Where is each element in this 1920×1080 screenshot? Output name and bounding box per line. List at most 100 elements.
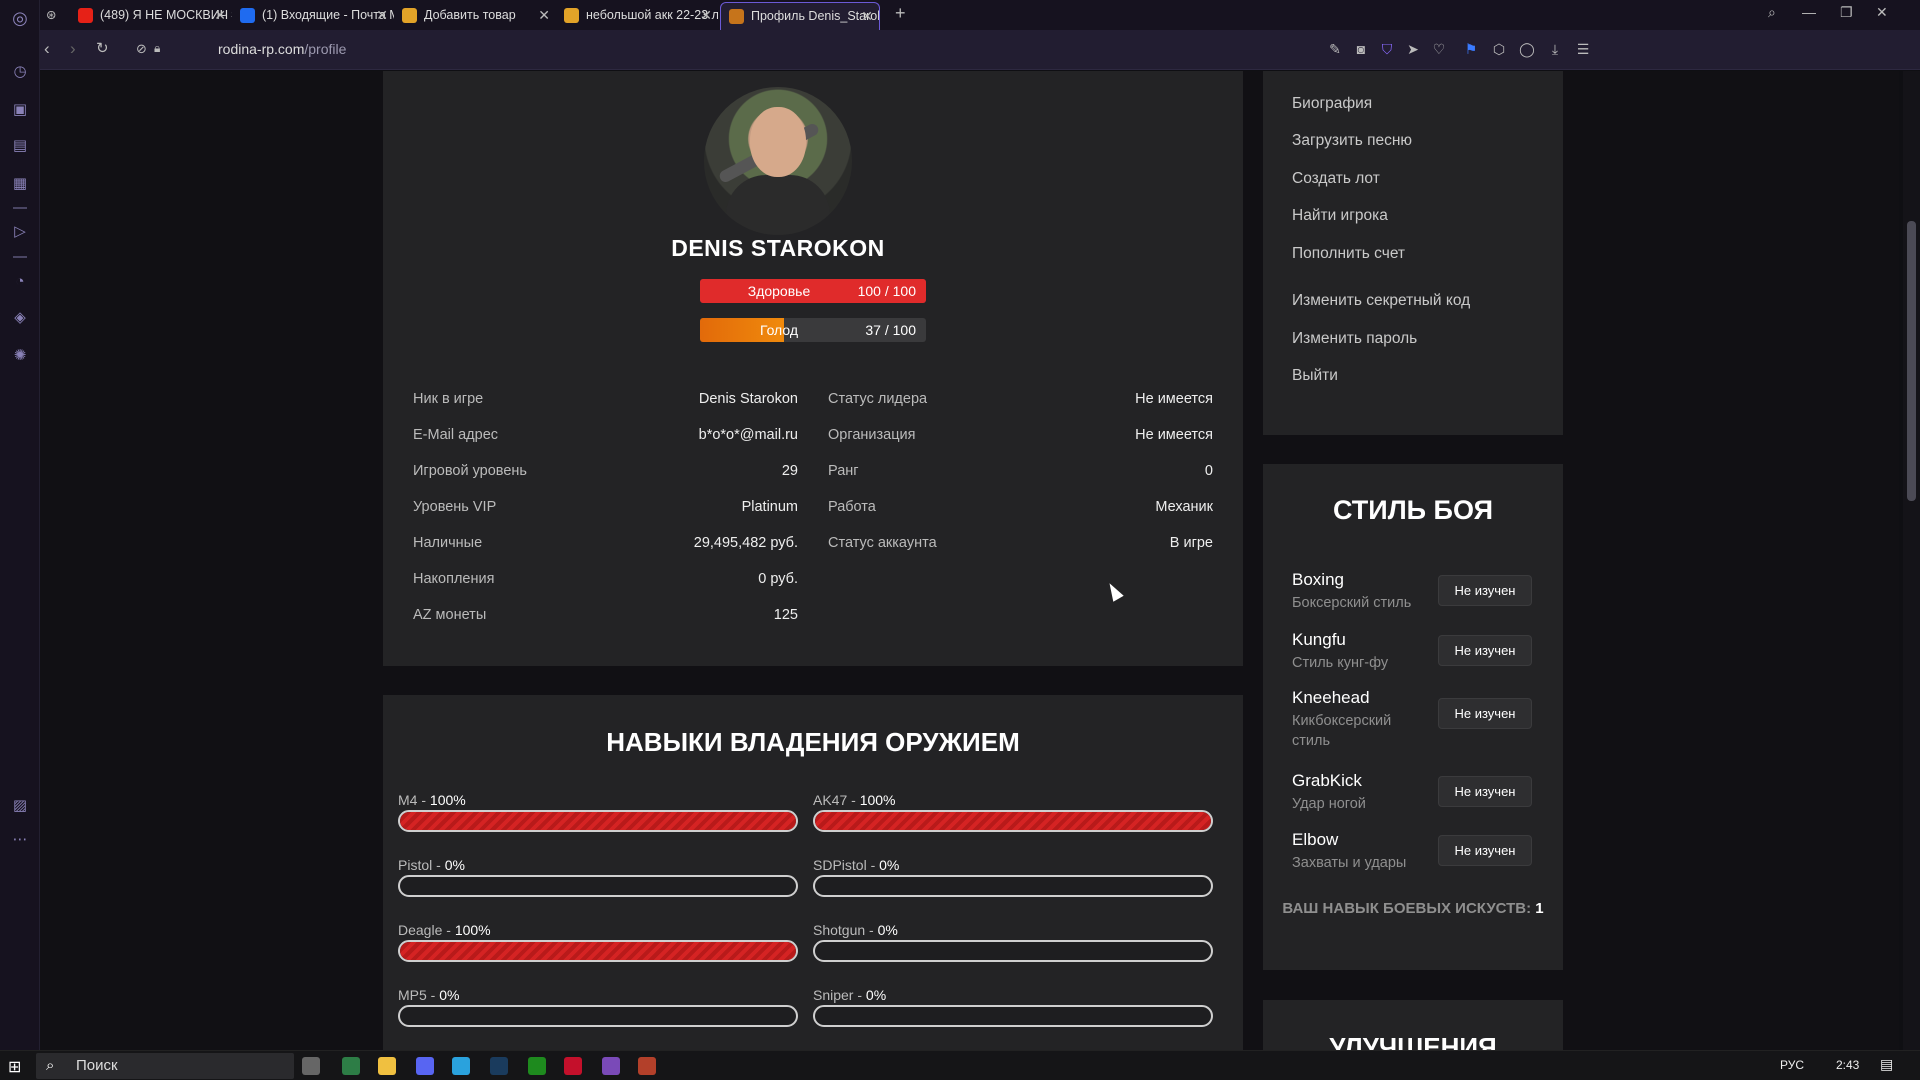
forward-icon[interactable]: ›: [70, 39, 76, 59]
edit-icon[interactable]: ✎: [1326, 40, 1344, 58]
tab-bar: ⊛ (489) Я НЕ МОСКВИЧ #2 | ✕ (1) Входящие…: [40, 0, 1920, 30]
info-label: Ник в игре: [413, 391, 484, 407]
scrollbar-thumb[interactable]: [1907, 221, 1916, 501]
close-tab-icon[interactable]: ✕: [376, 2, 388, 28]
more-icon[interactable]: ⋯: [10, 830, 30, 850]
browser-window: ◎ ◷ ▣ ▤ ▦ ▷ ◔ ◈ ✺ ▨ ⋯ ⊛ (489) Я НЕ МОСКВ…: [0, 0, 1920, 1080]
fight-style-name: Elbow: [1292, 830, 1339, 849]
restore-icon[interactable]: ❐: [1840, 4, 1853, 21]
cube-icon[interactable]: ⬡: [1490, 40, 1508, 58]
send-icon[interactable]: ➤: [1404, 40, 1422, 58]
menu-item[interactable]: Выйти: [1292, 367, 1338, 385]
close-tab-icon[interactable]: ✕: [214, 2, 226, 28]
weapon-skill-fill: [400, 812, 796, 830]
tab-title: (1) Входящие - Почта Mail: [262, 8, 394, 22]
fight-style-title: СТИЛЬ БОЯ: [1332, 495, 1494, 525]
info-value: 29,495,482 руб.: [693, 535, 798, 551]
download-icon[interactable]: ⤓: [1546, 40, 1564, 58]
new-tab-icon[interactable]: +: [895, 3, 906, 24]
language-indicator[interactable]: РУС: [1780, 1058, 1804, 1072]
opera-logo-icon[interactable]: ◎: [10, 8, 30, 28]
info-label: Ранг: [828, 463, 859, 479]
info-value: Не имеется: [1135, 427, 1213, 443]
health-bar: Здоровье 100 / 100: [700, 279, 926, 303]
learn-style-button[interactable]: Не изучен: [1438, 575, 1532, 606]
weapon-skill-bar: [398, 875, 798, 897]
player-icon[interactable]: ▷: [10, 222, 30, 242]
gallery-icon[interactable]: ▨: [10, 796, 30, 816]
vpn-shield-icon[interactable]: ⛉: [1378, 40, 1396, 58]
close-tab-icon[interactable]: ✕: [861, 3, 873, 29]
tab-profile[interactable]: Профиль Denis_Starokon ✕: [720, 2, 880, 30]
tab-account[interactable]: небольшой акк 22-23 лвл ✕: [556, 2, 718, 30]
url-field[interactable]: rodina-rp.com/profile: [218, 41, 346, 57]
close-tab-icon[interactable]: ✕: [700, 2, 712, 28]
lock-icon[interactable]: 🔒︎: [154, 41, 160, 56]
flag-icon[interactable]: ⚑: [1462, 40, 1480, 58]
info-value: Механик: [1155, 499, 1213, 515]
telegram-icon[interactable]: [452, 1057, 470, 1075]
opera-gx-icon[interactable]: [602, 1057, 620, 1075]
info-value: Platinum: [741, 499, 798, 515]
weapon-skill-bar: [398, 1005, 798, 1027]
xbox-icon[interactable]: [528, 1057, 546, 1075]
separator: -: [847, 792, 860, 808]
discord-icon[interactable]: [416, 1057, 434, 1075]
windows-start-icon[interactable]: ⊞: [8, 1057, 21, 1077]
steam-icon[interactable]: [490, 1057, 508, 1075]
menu-item[interactable]: Пополнить счет: [1292, 245, 1405, 263]
opera-icon[interactable]: [564, 1057, 582, 1075]
tab-mail[interactable]: (1) Входящие - Почта Mail ✕: [232, 2, 394, 30]
funpay-icon: [402, 8, 417, 23]
menu-item[interactable]: Найти игрока: [1292, 207, 1388, 225]
menu-item[interactable]: Создать лот: [1292, 170, 1380, 188]
taskbar-search[interactable]: ⌕ Поиск: [36, 1053, 294, 1079]
weapon-name: Deagle: [398, 922, 443, 938]
youtube-icon: [78, 8, 93, 23]
extensions-icon[interactable]: ◈: [10, 308, 30, 328]
menu-icon[interactable]: ☰: [1574, 40, 1592, 58]
settings-gear-icon[interactable]: ✺: [10, 346, 30, 366]
tab-menu-icon[interactable]: ⊛: [38, 2, 66, 30]
tab-add-product[interactable]: Добавить товар ✕: [394, 2, 556, 30]
reload-icon[interactable]: ↻: [96, 39, 109, 57]
avatar-body: [726, 175, 830, 235]
task-view-icon[interactable]: [302, 1057, 320, 1075]
profile-icon[interactable]: ◯: [1518, 40, 1536, 58]
page-scrollbar[interactable]: [1903, 71, 1920, 1050]
vpn-icon[interactable]: ⊘: [136, 41, 147, 57]
app-icon[interactable]: [342, 1057, 360, 1075]
weapon-percent: 100%: [454, 922, 491, 938]
info-value: b*o*o*@mail.ru: [698, 427, 798, 443]
game-icon[interactable]: [638, 1057, 656, 1075]
tab-youtube[interactable]: (489) Я НЕ МОСКВИЧ #2 | ✕: [70, 2, 232, 30]
minimize-icon[interactable]: —: [1802, 4, 1816, 20]
back-icon[interactable]: ‹: [44, 39, 50, 59]
twitch-icon[interactable]: ▤: [10, 136, 30, 156]
shopping-icon[interactable]: ▣: [10, 100, 30, 120]
learn-style-button[interactable]: Не изучен: [1438, 635, 1532, 666]
close-window-icon[interactable]: ✕: [1876, 4, 1888, 21]
menu-item[interactable]: Изменить секретный код: [1292, 292, 1470, 310]
separator: -: [417, 792, 430, 808]
weapon-skill-label: SDPistol - 0%: [813, 857, 899, 873]
close-tab-icon[interactable]: ✕: [538, 2, 550, 28]
fight-style-name: Boxing: [1292, 570, 1344, 589]
notifications-icon[interactable]: ▤: [1880, 1056, 1893, 1073]
clock[interactable]: 2:43: [1836, 1058, 1859, 1072]
explorer-icon[interactable]: [378, 1057, 396, 1075]
history-icon[interactable]: ◔: [10, 272, 30, 292]
snapshot-icon[interactable]: ◙: [1352, 40, 1370, 58]
speed-dial-icon[interactable]: ◷: [10, 62, 30, 82]
tab-title: небольшой акк 22-23 лвл: [586, 8, 718, 22]
heart-icon[interactable]: ♡: [1430, 40, 1448, 58]
search-tabs-icon[interactable]: ⌕: [1768, 4, 1776, 21]
learn-style-button[interactable]: Не изучен: [1438, 835, 1532, 866]
fight-style-desc: Захваты и удары: [1292, 855, 1407, 871]
pinboard-icon[interactable]: ▦: [10, 174, 30, 194]
learn-style-button[interactable]: Не изучен: [1438, 698, 1532, 729]
menu-item[interactable]: Биография: [1292, 95, 1372, 113]
learn-style-button[interactable]: Не изучен: [1438, 776, 1532, 807]
menu-item[interactable]: Загрузить песню: [1292, 132, 1412, 150]
menu-item[interactable]: Изменить пароль: [1292, 330, 1417, 348]
